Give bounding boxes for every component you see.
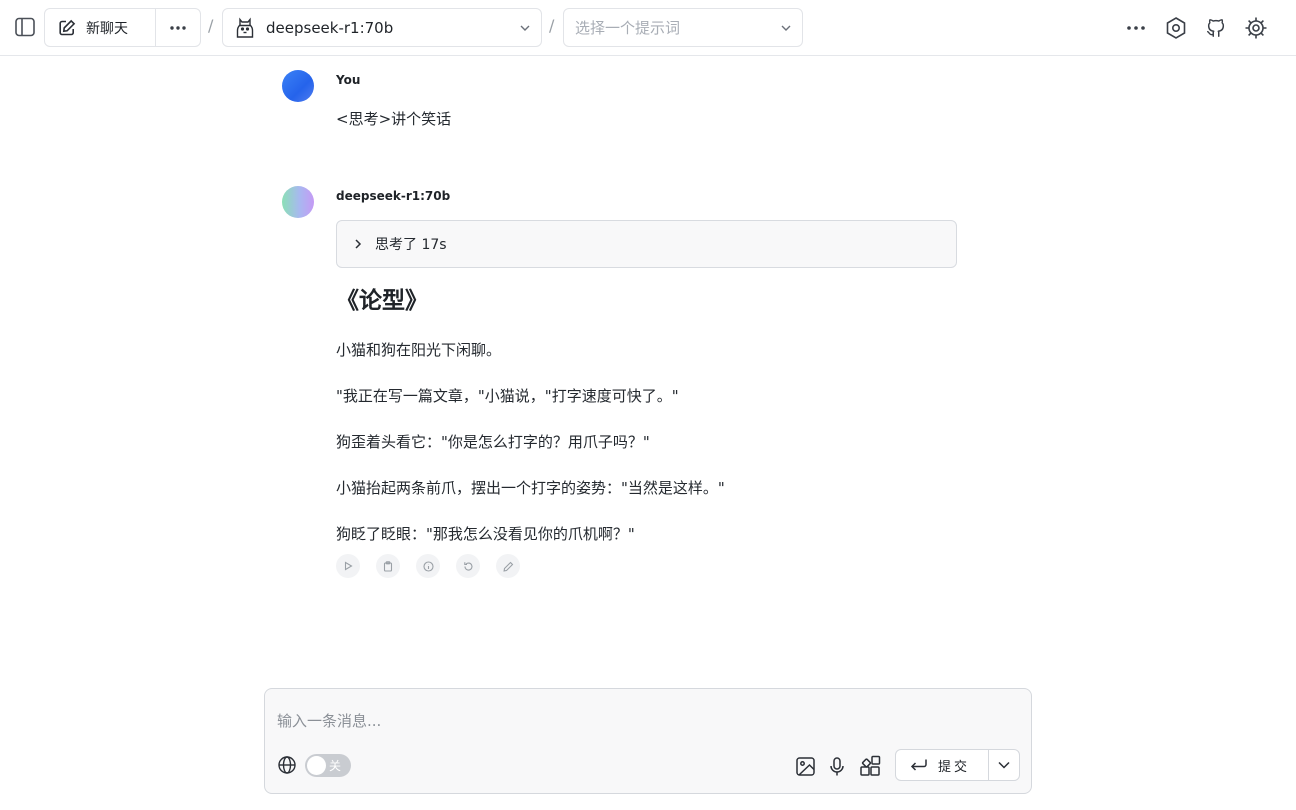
- breadcrumb-separator: /: [549, 16, 555, 35]
- enter-icon: [910, 759, 927, 771]
- read-aloud-button[interactable]: [336, 554, 360, 578]
- globe-icon[interactable]: [277, 755, 297, 775]
- message-input[interactable]: [277, 703, 1017, 739]
- message-actions: [336, 554, 520, 578]
- sidebar-toggle-icon: [15, 17, 35, 37]
- submit-options-button[interactable]: [989, 750, 1019, 780]
- response-paragraph: 狗眨了眨眼："那我怎么没看见你的爪机啊？": [336, 525, 635, 543]
- submit-group: 提交: [895, 749, 1020, 781]
- upload-image-button[interactable]: [792, 753, 818, 779]
- blocks-icon: [860, 755, 881, 776]
- voice-input-button[interactable]: [824, 753, 850, 779]
- chevron-down-icon: [781, 25, 791, 31]
- play-icon: [344, 561, 353, 571]
- new-chat-group: 新聊天: [44, 8, 201, 47]
- plugins-button[interactable]: [857, 753, 883, 779]
- response-paragraph: 狗歪着头看它："你是怎么打字的？用爪子吗？": [336, 433, 650, 451]
- copy-button[interactable]: [376, 554, 400, 578]
- user-message: <思考>讲个笑话: [336, 110, 452, 128]
- submit-button[interactable]: 提交: [896, 750, 989, 780]
- submit-label: 提交: [938, 759, 971, 775]
- response-paragraph: 小猫和狗在阳光下闲聊。: [336, 341, 502, 359]
- toggle-knob: [307, 756, 326, 775]
- regenerate-button[interactable]: [456, 554, 480, 578]
- github-icon: [1207, 19, 1225, 37]
- header-more-button[interactable]: [1122, 14, 1150, 42]
- prompt-placeholder: 选择一个提示词: [575, 19, 681, 37]
- web-search-toggle[interactable]: 关: [305, 754, 351, 777]
- microphone-icon: [830, 756, 844, 775]
- edit-button[interactable]: [496, 554, 520, 578]
- prompt-select[interactable]: 选择一个提示词: [563, 8, 803, 47]
- assistant-name: deepseek-r1:70b: [336, 189, 451, 203]
- response-heading: 《论型》: [336, 288, 428, 314]
- user-avatar: [282, 70, 314, 102]
- theme-settings-button[interactable]: [1242, 14, 1270, 42]
- message-composer: 关 提交: [264, 688, 1032, 794]
- settings-icon: [1166, 17, 1186, 39]
- thinking-label: 思考了 17s: [375, 237, 447, 253]
- copy-icon: [383, 560, 393, 572]
- settings-button[interactable]: [1162, 14, 1190, 42]
- top-bar: 新聊天 / deepseek-r1:70b / 选择一个提示词: [0, 0, 1296, 56]
- github-button[interactable]: [1202, 14, 1230, 42]
- sidebar-toggle-button[interactable]: [10, 12, 40, 42]
- sender-name: You: [336, 73, 361, 87]
- info-button[interactable]: [416, 554, 440, 578]
- model-name: deepseek-r1:70b: [266, 18, 394, 37]
- new-chat-more-button[interactable]: [156, 9, 200, 46]
- thinking-collapse[interactable]: 思考了 17s: [336, 220, 957, 268]
- response-paragraph: "我正在写一篇文章，"小猫说，"打字速度可快了。": [336, 387, 679, 405]
- theme-settings-icon: [1245, 17, 1267, 39]
- edit-icon: [59, 19, 76, 35]
- chevron-down-icon: [998, 761, 1010, 769]
- llama-icon: [236, 17, 254, 38]
- chevron-down-icon: [520, 25, 530, 31]
- new-chat-button[interactable]: 新聊天: [45, 9, 156, 46]
- toggle-state-label: 关: [329, 759, 342, 773]
- more-icon: [1127, 26, 1145, 30]
- new-chat-label: 新聊天: [86, 20, 128, 37]
- image-icon: [795, 756, 815, 776]
- chevron-right-icon: [355, 239, 362, 249]
- model-select[interactable]: deepseek-r1:70b: [222, 8, 542, 47]
- response-paragraph: 小猫抬起两条前爪，摆出一个打字的姿势："当然是这样。": [336, 479, 725, 497]
- edit-icon: [502, 561, 513, 572]
- chat-area: You <思考>讲个笑话 deepseek-r1:70b 思考了 17s 《论型…: [0, 56, 1296, 676]
- assistant-avatar: [282, 186, 314, 218]
- more-icon: [170, 25, 186, 30]
- info-icon: [422, 560, 434, 572]
- breadcrumb-separator: /: [208, 16, 214, 35]
- regenerate-icon: [463, 561, 472, 571]
